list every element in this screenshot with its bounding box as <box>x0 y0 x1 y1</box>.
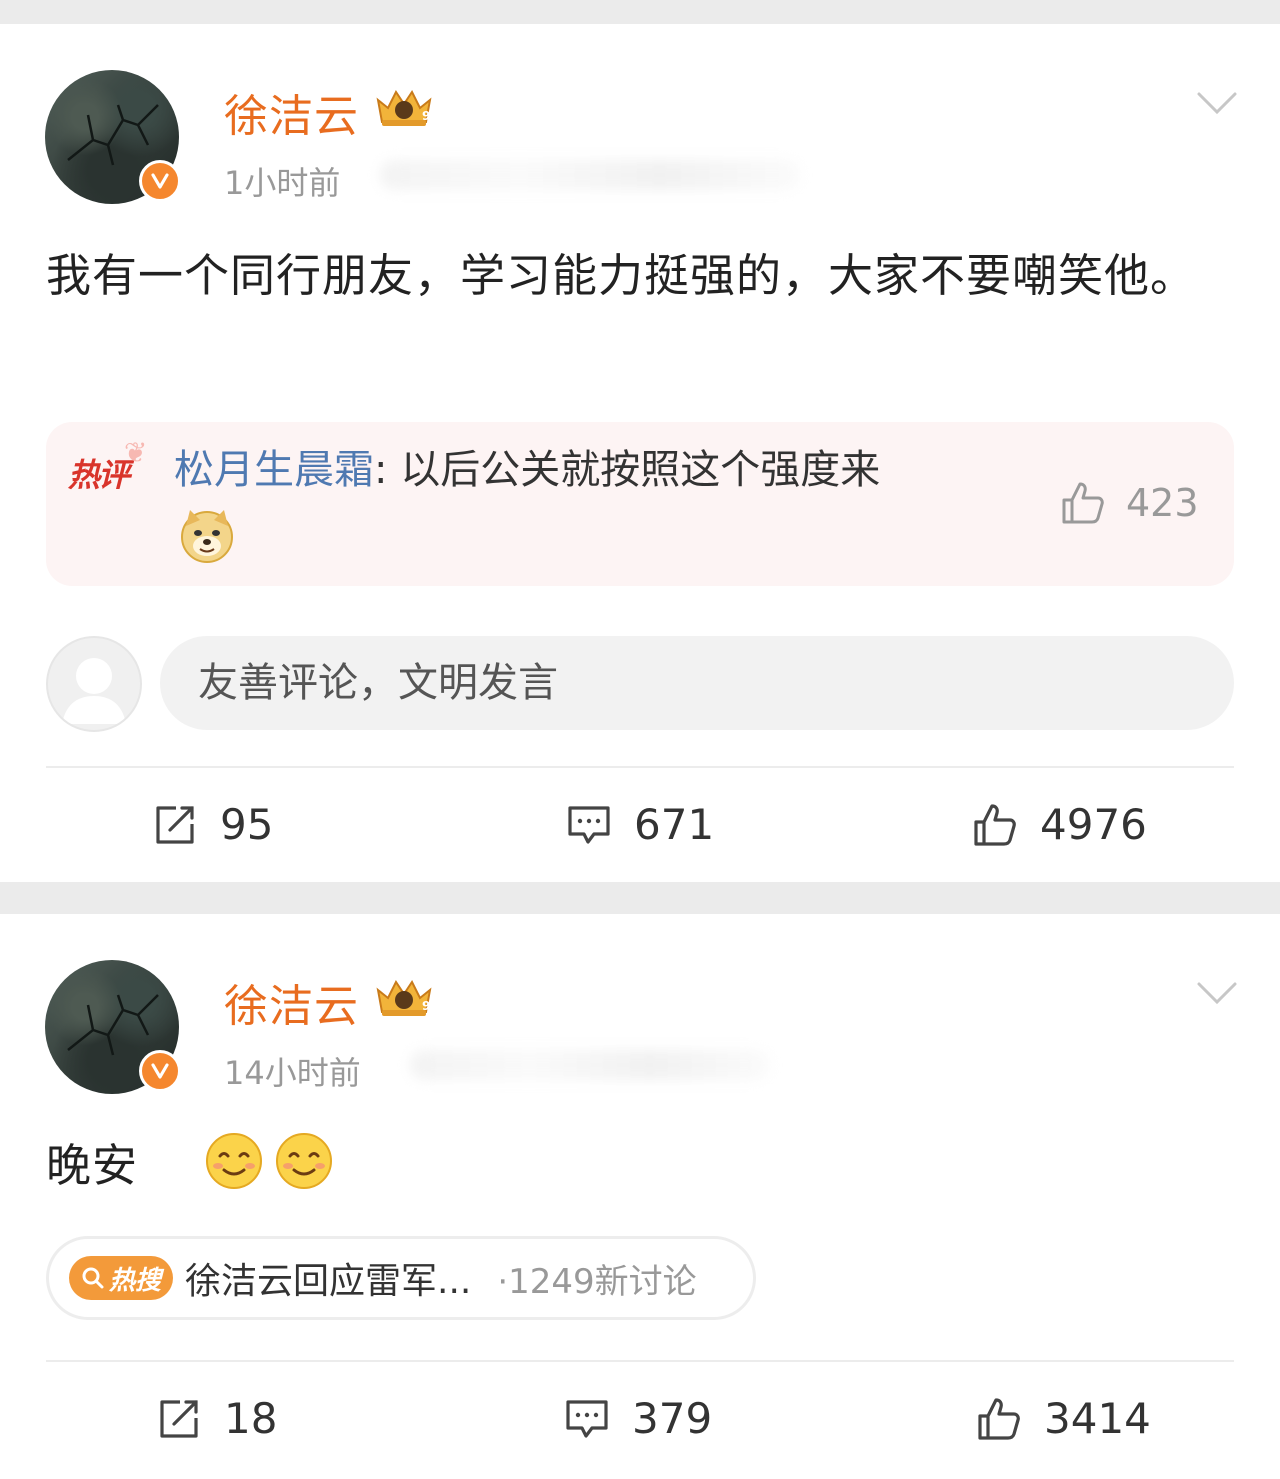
search-icon <box>82 1267 104 1289</box>
avatar-branch-art <box>67 104 159 166</box>
hot-search-title: 徐洁云回应雷军... <box>185 1261 472 1302</box>
post-card: 徐洁云 9 1小时前 我有一个同行朋友，学习能力挺强的，大家不要嘲笑他。 热评 ❦… <box>0 24 1280 882</box>
thumb-up-icon <box>978 1397 1020 1440</box>
hot-comment-like[interactable]: 423 <box>1060 480 1199 526</box>
comment-count: 671 <box>634 800 715 849</box>
repost-button[interactable]: 95 <box>152 800 273 849</box>
like-button[interactable]: 4976 <box>972 800 1147 849</box>
hot-comment-user[interactable]: 松月生晨霜 <box>174 447 374 493</box>
hot-search-topic[interactable]: 热搜 徐洁云回应雷军... ·1249新讨论 <box>46 1236 756 1320</box>
thumb-up-icon <box>1062 482 1104 524</box>
comment-input[interactable] <box>160 636 1234 730</box>
comment-icon <box>566 1399 608 1438</box>
timestamp: 14小时前 <box>224 1054 361 1092</box>
username[interactable]: 徐洁云 <box>224 80 359 144</box>
comment-button[interactable]: 379 <box>564 1394 712 1443</box>
doge-emoji <box>181 510 233 563</box>
guest-avatar <box>46 636 142 732</box>
like-button[interactable]: 3414 <box>976 1394 1151 1443</box>
repost-count: 18 <box>224 1394 278 1443</box>
repost-count: 95 <box>220 800 274 849</box>
post-text: 我有一个同行朋友，学习能力挺强的，大家不要嘲笑他。 <box>46 249 1197 302</box>
hot-comment-text: 以后公关就按照这个强度来 <box>387 447 881 493</box>
smile-emoji <box>276 1133 332 1189</box>
comment-icon <box>568 805 610 844</box>
smile-emoji <box>206 1133 262 1189</box>
hot-comment[interactable]: 热评 ❦ 松月生晨霜: 以后公关就按照这个强度来 423 <box>46 422 1234 586</box>
hot-search-badge: 热搜 <box>69 1256 173 1300</box>
avatar[interactable] <box>45 960 181 1094</box>
username[interactable]: 徐洁云 <box>224 970 359 1034</box>
like-count: 3414 <box>1044 1394 1151 1443</box>
repost-button[interactable]: 18 <box>156 1394 277 1443</box>
hot-comment-line: 松月生晨霜: 以后公关就按照这个强度来 <box>174 442 880 498</box>
hot-comment-like-count: 423 <box>1126 481 1199 525</box>
post-card: 徐洁云 9 14小时前 晚安 热搜 徐洁云回应雷军... ·1249新讨论 18… <box>0 914 1280 1479</box>
divider <box>46 1360 1234 1362</box>
avatar[interactable] <box>45 70 181 204</box>
repost-icon <box>160 1399 198 1438</box>
crown-icon[interactable]: 9 <box>374 86 434 130</box>
like-count: 4976 <box>1040 800 1147 849</box>
timestamp: 1小时前 <box>224 164 341 202</box>
top-separator <box>0 0 1280 24</box>
repost-icon <box>156 805 194 844</box>
hot-comment-separator: : <box>374 447 388 493</box>
verified-icon <box>139 1050 181 1092</box>
verified-icon <box>139 160 181 202</box>
hot-search-count: ·1249新讨论 <box>497 1261 697 1302</box>
avatar-branch-art <box>67 994 159 1056</box>
chevron-down-icon[interactable] <box>1196 90 1238 116</box>
comment-button[interactable]: 671 <box>566 800 714 849</box>
comment-row <box>46 636 1234 732</box>
comment-count: 379 <box>632 1394 713 1443</box>
hot-comment-tag: 热评 ❦ <box>68 436 148 494</box>
svg-text:9: 9 <box>422 109 430 123</box>
blurred-source <box>410 1050 770 1080</box>
user-silhouette-icon <box>62 658 126 724</box>
divider <box>46 766 1234 768</box>
blurred-source <box>380 160 800 190</box>
chevron-down-icon[interactable] <box>1196 980 1238 1006</box>
crown-icon[interactable]: 9 <box>374 976 434 1020</box>
thumb-up-icon <box>974 803 1016 846</box>
svg-text:9: 9 <box>422 999 430 1013</box>
